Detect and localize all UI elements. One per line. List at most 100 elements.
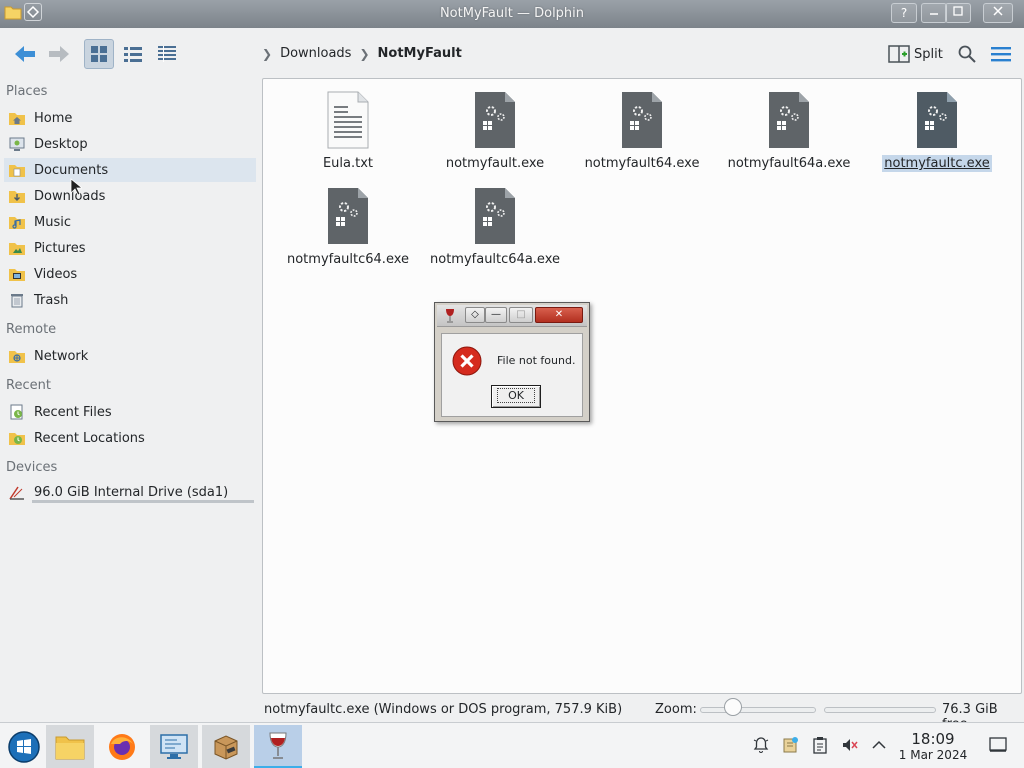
- dialog-title-bar: ◇ — □ ✕: [437, 305, 587, 327]
- sidebar-item-network[interactable]: Network: [4, 344, 256, 368]
- sidebar-item-desktop[interactable]: Desktop: [4, 132, 256, 156]
- folder-icon: [55, 736, 85, 759]
- desktop-icon: [8, 135, 26, 153]
- ok-label: OK: [497, 388, 535, 403]
- sidebar-item-recent-files[interactable]: Recent Files: [4, 400, 256, 424]
- firefox-icon: [109, 733, 135, 760]
- clipboard-icon[interactable]: [810, 735, 830, 755]
- section-recent-heading: Recent: [6, 378, 51, 393]
- updates-icon[interactable]: [780, 735, 800, 755]
- taskbar-package-manager[interactable]: [202, 725, 250, 768]
- section-places-heading: Places: [6, 84, 48, 99]
- network-folder-icon: [8, 347, 26, 365]
- home-folder-icon: [8, 109, 26, 127]
- details-view-button[interactable]: [152, 39, 182, 69]
- music-folder-icon: [8, 213, 26, 231]
- compact-view-button[interactable]: [118, 39, 148, 69]
- section-remote-heading: Remote: [6, 322, 57, 337]
- sidebar-item-videos[interactable]: Videos: [4, 262, 256, 286]
- dialog-maximize-button[interactable]: □: [509, 307, 533, 323]
- volume-muted-icon[interactable]: [840, 735, 860, 755]
- recent-locations-icon: [8, 429, 26, 447]
- maximize-button[interactable]: [945, 3, 971, 23]
- file-name: notmyfault64a.exe: [727, 156, 851, 171]
- forward-button[interactable]: [44, 39, 74, 69]
- mouse-cursor-icon: [70, 178, 82, 196]
- breadcrumb: ❯ Downloads ❯ NotMyFault: [262, 46, 462, 61]
- chevron-right-icon: ❯: [262, 46, 273, 61]
- error-dialog: ◇ — □ ✕ File not found. OK: [434, 302, 590, 422]
- breadcrumb-current[interactable]: NotMyFault: [378, 46, 462, 61]
- error-icon: [452, 346, 482, 376]
- taskbar-system-settings[interactable]: [150, 725, 198, 768]
- split-label: Split: [914, 46, 943, 62]
- trash-icon: [8, 291, 26, 309]
- ok-button[interactable]: OK: [491, 385, 541, 408]
- file-item[interactable]: notmyfaultc64a.exe: [425, 187, 565, 268]
- wine-glass-icon: [269, 732, 287, 759]
- title-bar: NotMyFault — Dolphin ?: [0, 0, 1024, 28]
- split-view-icon: [888, 45, 910, 63]
- notifications-icon[interactable]: [751, 735, 771, 755]
- zoom-slider-track[interactable]: [700, 707, 816, 713]
- pictures-folder-icon: [8, 239, 26, 257]
- clock[interactable]: 18:09 1 Mar 2024: [895, 730, 971, 763]
- zoom-slider-handle[interactable]: [724, 698, 742, 716]
- exe-file-icon: [622, 92, 662, 148]
- file-view[interactable]: Eula.txt notmyfault.exe notmyfault64.exe…: [262, 78, 1022, 694]
- dialog-menu-button[interactable]: ◇: [465, 307, 485, 323]
- back-button[interactable]: [10, 39, 40, 69]
- split-button[interactable]: Split: [888, 44, 943, 64]
- taskbar-firefox[interactable]: [98, 725, 146, 768]
- text-file-icon: [327, 91, 369, 149]
- file-item[interactable]: Eula.txt: [278, 91, 418, 172]
- sidebar-item-label: Home: [34, 110, 73, 126]
- file-item-selected[interactable]: notmyfaultc.exe: [867, 91, 1007, 172]
- taskbar-dolphin[interactable]: [46, 725, 94, 768]
- sidebar-item-documents[interactable]: Documents: [4, 158, 256, 182]
- sidebar-item-music[interactable]: Music: [4, 210, 256, 234]
- documents-folder-icon: [8, 161, 26, 179]
- chevron-up-icon[interactable]: [869, 735, 889, 755]
- sidebar-item-recent-locations[interactable]: Recent Locations: [4, 426, 256, 450]
- exe-file-icon: [328, 188, 368, 244]
- icons-view-button[interactable]: [84, 39, 114, 69]
- application-launcher-button[interactable]: [0, 725, 48, 768]
- sidebar-item-label: Recent Files: [34, 404, 112, 420]
- sidebar-item-home[interactable]: Home: [4, 106, 256, 130]
- sidebar-item-label: Network: [34, 348, 89, 364]
- clock-date: 1 Mar 2024: [898, 748, 968, 762]
- selection-info: notmyfaultc.exe (Windows or DOS program,…: [264, 702, 623, 717]
- file-name: notmyfault.exe: [445, 156, 545, 171]
- file-name: Eula.txt: [322, 156, 374, 171]
- close-button[interactable]: [983, 3, 1013, 23]
- sidebar-item-trash[interactable]: Trash: [4, 288, 256, 312]
- chevron-right-icon: ❯: [359, 46, 370, 61]
- file-item[interactable]: notmyfault.exe: [425, 91, 565, 172]
- places-panel: Places Home Desktop Documents Downloads …: [0, 78, 262, 694]
- file-name: notmyfaultc64.exe: [286, 252, 410, 267]
- clock-time: 18:09: [911, 730, 955, 748]
- section-devices-heading: Devices: [6, 460, 58, 475]
- minimize-button[interactable]: [921, 3, 947, 23]
- dialog-minimize-button[interactable]: —: [485, 307, 507, 323]
- file-item[interactable]: notmyfaultc64.exe: [278, 187, 418, 268]
- file-item[interactable]: notmyfault64.exe: [572, 91, 712, 172]
- dialog-close-button[interactable]: ✕: [535, 307, 583, 323]
- breadcrumb-downloads[interactable]: Downloads: [280, 46, 351, 61]
- package-box-icon: [214, 734, 238, 760]
- menu-icon: [991, 47, 1011, 62]
- show-desktop-icon[interactable]: [988, 735, 1008, 755]
- taskbar-wine[interactable]: [254, 725, 302, 768]
- toolbar: ❯ Downloads ❯ NotMyFault Split: [0, 28, 1024, 78]
- sidebar-item-label: Recent Locations: [34, 430, 145, 446]
- hamburger-menu-button[interactable]: [986, 39, 1016, 69]
- status-bar: notmyfaultc.exe (Windows or DOS program,…: [0, 696, 1024, 732]
- file-item[interactable]: notmyfault64a.exe: [719, 91, 859, 172]
- sidebar-item-label: Videos: [34, 266, 78, 282]
- search-button[interactable]: [952, 39, 982, 69]
- sidebar-item-downloads[interactable]: Downloads: [4, 184, 256, 208]
- hard-drive-icon: [8, 483, 26, 501]
- sidebar-item-pictures[interactable]: Pictures: [4, 236, 256, 260]
- help-button[interactable]: ?: [891, 3, 917, 23]
